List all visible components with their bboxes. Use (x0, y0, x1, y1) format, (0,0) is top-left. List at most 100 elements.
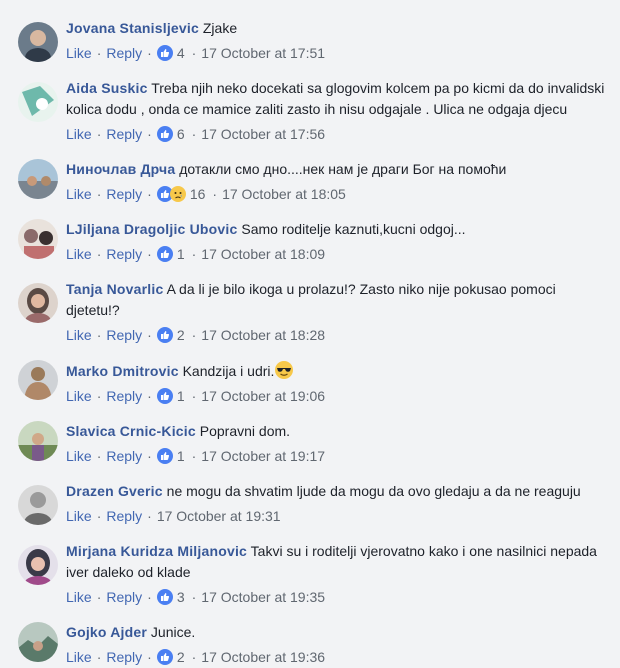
avatar[interactable] (18, 82, 58, 122)
comment-text: Kandzija i udri. (182, 363, 275, 379)
like-button[interactable]: Like (66, 445, 92, 467)
separator: · (191, 327, 197, 343)
reply-button[interactable]: Reply (106, 183, 142, 205)
like-reaction-icon (156, 649, 173, 665)
comment-list: Jovana Stanisljevic Zjake Like · Reply · 4… (0, 18, 620, 668)
separator: · (191, 589, 197, 605)
comment-author[interactable]: Jovana Stanisljevic (66, 20, 199, 36)
comment-actions: Like · Reply · 1 · 17 October at 19:06 (66, 385, 610, 407)
like-button[interactable]: Like (66, 324, 92, 346)
reply-button[interactable]: Reply (106, 243, 142, 265)
reaction-summary[interactable] (156, 388, 173, 404)
comment-author[interactable]: Mirjana Kuridza Miljanovic (66, 543, 247, 559)
comment-text: Samo roditelje kaznuti,kucni odgoj... (241, 221, 466, 237)
comment-actions: Like · Reply · 2 · 17 October at 18:28 (66, 324, 610, 346)
reaction-summary[interactable] (156, 126, 173, 142)
like-button[interactable]: Like (66, 243, 92, 265)
like-reaction-icon (156, 45, 173, 61)
like-reaction-icon (156, 246, 173, 262)
reply-button[interactable]: Reply (106, 586, 142, 608)
reaction-count[interactable]: 1 (177, 445, 185, 467)
comment-author[interactable]: Aida Suskic (66, 80, 148, 96)
comment-author[interactable]: Tanja Novarlic (66, 281, 163, 297)
reaction-summary[interactable] (156, 649, 173, 665)
like-button[interactable]: Like (66, 586, 92, 608)
reaction-count[interactable]: 3 (177, 586, 185, 608)
timestamp[interactable]: 17 October at 19:31 (157, 505, 281, 527)
reaction-count[interactable]: 6 (177, 123, 185, 145)
comment-author[interactable]: Ниночлав Дрча (66, 161, 175, 177)
separator: · (147, 246, 152, 262)
comment-text: дотакли смо дно....нек нам је драги Бог … (179, 161, 507, 177)
separator: · (191, 246, 197, 262)
avatar[interactable] (18, 283, 58, 323)
reaction-summary[interactable] (156, 186, 186, 202)
like-button[interactable]: Like (66, 385, 92, 407)
reply-button[interactable]: Reply (106, 646, 142, 668)
comment-author[interactable]: Drazen Gveric (66, 483, 163, 499)
like-button[interactable]: Like (66, 505, 92, 527)
avatar[interactable] (18, 421, 58, 461)
reply-button[interactable]: Reply (106, 123, 142, 145)
avatar[interactable] (18, 219, 58, 259)
separator: · (191, 45, 197, 61)
reaction-count[interactable]: 2 (177, 646, 185, 668)
reaction-count[interactable]: 1 (177, 243, 185, 265)
reply-button[interactable]: Reply (106, 505, 142, 527)
reaction-summary[interactable] (156, 589, 173, 605)
like-button[interactable]: Like (66, 183, 92, 205)
comment-actions: Like · Reply · 16 · 17 October at 18:05 (66, 183, 610, 205)
comment-author[interactable]: LJiljana Dragoljic Ubovic (66, 221, 238, 237)
avatar[interactable] (18, 159, 58, 199)
like-button[interactable]: Like (66, 123, 92, 145)
comment-author[interactable]: Gojko Ajder (66, 624, 147, 640)
timestamp[interactable]: 17 October at 19:06 (201, 385, 325, 407)
timestamp[interactable]: 17 October at 18:05 (222, 183, 346, 205)
like-button[interactable]: Like (66, 646, 92, 668)
sunglasses-emoji-icon (274, 360, 294, 380)
separator: · (96, 126, 102, 142)
comment-actions: Like · Reply · 4 · 17 October at 17:51 (66, 42, 610, 64)
timestamp[interactable]: 17 October at 17:56 (201, 123, 325, 145)
separator: · (191, 126, 197, 142)
reaction-count[interactable]: 4 (177, 42, 185, 64)
reply-button[interactable]: Reply (106, 42, 142, 64)
reaction-summary[interactable] (156, 45, 173, 61)
avatar[interactable] (18, 622, 58, 662)
comment-author[interactable]: Marko Dmitrovic (66, 363, 179, 379)
comment: Aida Suskic Treba njih neko docekati sa … (0, 74, 620, 145)
comment: Tanja Novarlic A da li je bilo ikoga u p… (0, 275, 620, 346)
timestamp[interactable]: 17 October at 17:51 (201, 42, 325, 64)
reaction-count[interactable]: 1 (177, 385, 185, 407)
avatar[interactable] (18, 360, 58, 400)
comment-text: Zjake (202, 20, 238, 36)
reply-button[interactable]: Reply (106, 385, 142, 407)
reaction-summary[interactable] (156, 246, 173, 262)
timestamp[interactable]: 17 October at 19:36 (201, 646, 325, 668)
timestamp[interactable]: 17 October at 19:35 (201, 586, 325, 608)
avatar[interactable] (18, 22, 58, 62)
avatar[interactable] (18, 545, 58, 585)
timestamp[interactable]: 17 October at 18:09 (201, 243, 325, 265)
reply-button[interactable]: Reply (106, 445, 142, 467)
comment: LJiljana Dragoljic Ubovic Samo roditelje… (0, 215, 620, 265)
comment-actions: Like · Reply · 6 · 17 October at 17:56 (66, 123, 610, 145)
separator: · (147, 388, 152, 404)
reply-button[interactable]: Reply (106, 324, 142, 346)
comment-author[interactable]: Slavica Crnic-Kicic (66, 423, 196, 439)
timestamp[interactable]: 17 October at 18:28 (201, 324, 325, 346)
reaction-summary[interactable] (156, 327, 173, 343)
like-reaction-icon (156, 589, 173, 605)
reaction-count[interactable]: 16 (190, 183, 206, 205)
sad-reaction-icon (169, 186, 186, 202)
comment-actions: Like · Reply · 17 October at 19:31 (66, 505, 610, 527)
avatar[interactable] (18, 485, 58, 525)
comment: Jovana Stanisljevic Zjake Like · Reply · 4… (0, 18, 620, 64)
reaction-count[interactable]: 2 (177, 324, 185, 346)
timestamp[interactable]: 17 October at 19:17 (201, 445, 325, 467)
reaction-summary[interactable] (156, 448, 173, 464)
separator: · (147, 589, 152, 605)
like-reaction-icon (156, 388, 173, 404)
separator: · (212, 186, 218, 202)
like-button[interactable]: Like (66, 42, 92, 64)
